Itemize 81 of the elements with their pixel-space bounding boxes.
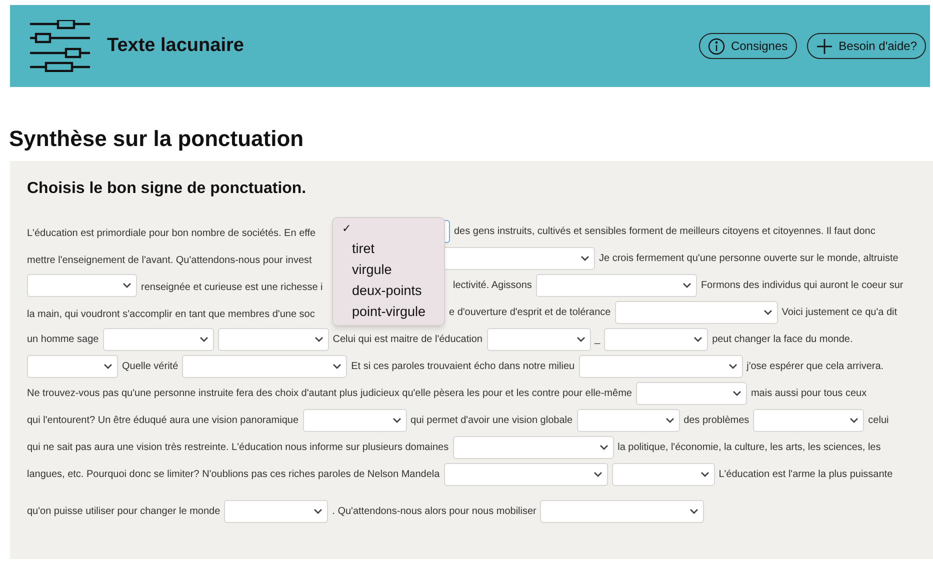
answer-dropdown[interactable] bbox=[486, 328, 590, 351]
sentence-text: . Qu'attendons-nous alors pour nous mobiliser bbox=[332, 505, 536, 519]
chevron-icon bbox=[600, 445, 608, 450]
instruction-text: Choisis le bon signe de ponctuation. bbox=[27, 179, 308, 199]
menu-option[interactable]: virgule bbox=[333, 259, 444, 280]
sentence-text: Et si ces paroles trouvaient écho dans notre milieu bbox=[351, 360, 575, 374]
answer-dropdown[interactable] bbox=[576, 409, 680, 432]
chevron-icon bbox=[666, 418, 674, 423]
sentence-text: Ne trouvez-vous pas qu'une personne instruite fera des choix d'autant plus judicieux qu'elle pèsera les pour et les contre pour elle-même bbox=[27, 387, 632, 401]
chevron-icon bbox=[728, 364, 737, 369]
answer-dropdown[interactable] bbox=[302, 409, 407, 432]
chevron-icon bbox=[200, 337, 208, 342]
answer-dropdown[interactable] bbox=[27, 355, 118, 378]
sentence-text: qui permet d'avoir une vision globale bbox=[410, 414, 573, 428]
sentence-text: e d'ouverture d'esprit et de tolérance bbox=[449, 306, 611, 320]
answer-dropdown[interactable] bbox=[182, 355, 348, 378]
chevron-icon bbox=[581, 256, 589, 261]
chevron-icon bbox=[732, 391, 741, 396]
chevron-icon bbox=[333, 364, 342, 369]
instructions-button[interactable]: Consignes bbox=[698, 33, 797, 59]
sentence-text: renseignée et curieuse est une richesse i bbox=[141, 282, 323, 292]
answer-dropdown[interactable] bbox=[27, 274, 137, 297]
answer-dropdown[interactable] bbox=[452, 436, 614, 459]
answer-dropdown[interactable] bbox=[636, 382, 747, 405]
app-title: Texte lacunaire bbox=[107, 34, 244, 58]
plus-icon bbox=[816, 38, 833, 54]
info-icon bbox=[708, 38, 725, 54]
answer-dropdown[interactable] bbox=[536, 274, 697, 297]
chevron-icon bbox=[314, 337, 323, 342]
sentence-text: qui ne sait pas aura une vision très restreinte. L'éducation nous informe sur plusieurs domaines bbox=[27, 441, 449, 455]
sentence-text: la main, qui voudront s'accomplir en tant que membres d'une soc bbox=[27, 308, 315, 320]
answer-dropdown[interactable] bbox=[753, 409, 864, 432]
sentence-text: L'éducation est primordiale pour bon nombre de sociétés. En effe bbox=[27, 228, 316, 238]
sliders-icon bbox=[30, 20, 90, 72]
menu-option[interactable]: point-virgule bbox=[333, 301, 444, 322]
answer-dropdown[interactable] bbox=[578, 355, 743, 378]
sentence-text: peut changer la face du monde. bbox=[712, 333, 853, 347]
sentence-text: la politique, l'économie, la culture, les arts, les sciences, les bbox=[618, 441, 881, 455]
chevron-icon bbox=[850, 418, 858, 423]
answer-dropdown[interactable] bbox=[540, 500, 704, 523]
sentence-text: qu'on puisse utiliser pour changer le monde bbox=[27, 505, 220, 519]
sentence-text: j'ose espérer que cela arrivera. bbox=[746, 360, 884, 374]
answer-dropdown[interactable] bbox=[444, 463, 608, 486]
sentence-text: langues, etc. Pourquoi donc se limiter? N'oublions pas ces riches paroles de Nelson Mandela bbox=[27, 468, 440, 482]
blank-option[interactable]: ✓ bbox=[333, 221, 444, 238]
chevron-icon bbox=[576, 337, 584, 342]
sentence-text: mais aussi pour tous ceux bbox=[750, 387, 867, 401]
answer-dropdown[interactable] bbox=[218, 328, 329, 351]
chevron-icon bbox=[694, 337, 702, 342]
menu-option[interactable]: deux-points bbox=[333, 280, 444, 301]
sentence-text: des gens instruits, cultivés et sensibles forment de meilleurs citoyens et citoyennes. Il faut donc bbox=[454, 225, 876, 239]
sentence-text: Voici justement ce qu'a dit bbox=[782, 306, 898, 320]
sentence-text: un homme sage bbox=[27, 333, 99, 347]
chevron-icon bbox=[700, 472, 709, 477]
sentence-text: mettre l'enseignement de l'avant. Qu'attendons-nous pour invest bbox=[27, 254, 312, 266]
sentence-text: Je crois fermement qu'une personne ouverte sur le monde, altruiste bbox=[599, 252, 898, 266]
sentence-text: Quelle vérité bbox=[122, 360, 178, 374]
sentence-text: qui l'entourent? Un être éduqué aura une vision panoramique bbox=[27, 414, 299, 428]
sentence-text: Formons des individus qui auront le coeur sur bbox=[700, 279, 904, 293]
sentence-text: lectivité. Agissons bbox=[453, 279, 532, 293]
answer-dropdown[interactable] bbox=[224, 500, 328, 523]
page-title: Synthèse sur la ponctuation bbox=[9, 125, 305, 150]
answer-dropdown[interactable] bbox=[102, 328, 214, 351]
chevron-icon bbox=[123, 283, 131, 288]
sentence-text: _ bbox=[594, 333, 600, 347]
sentence-text: Celui qui est maitre de l'éducation bbox=[332, 333, 482, 347]
chevron-icon bbox=[764, 310, 772, 315]
answer-dropdown[interactable] bbox=[614, 301, 778, 324]
chevron-icon bbox=[594, 472, 602, 477]
menu-option[interactable]: tiret bbox=[333, 238, 444, 259]
chevron-icon bbox=[104, 364, 112, 369]
chevron-icon bbox=[392, 418, 401, 423]
sentence-text: L'éducation est l'arme la plus puissante bbox=[718, 468, 893, 482]
chevron-icon bbox=[690, 509, 698, 514]
sentence-text: des problèmes bbox=[684, 414, 750, 428]
chevron-icon bbox=[314, 509, 322, 514]
chevron-icon bbox=[682, 283, 691, 288]
answer-dropdown[interactable] bbox=[604, 328, 708, 351]
help-button[interactable]: Besoin d'aide? bbox=[806, 33, 926, 59]
answer-dropdown[interactable] bbox=[612, 463, 715, 486]
sentence-text: celui bbox=[868, 414, 889, 428]
